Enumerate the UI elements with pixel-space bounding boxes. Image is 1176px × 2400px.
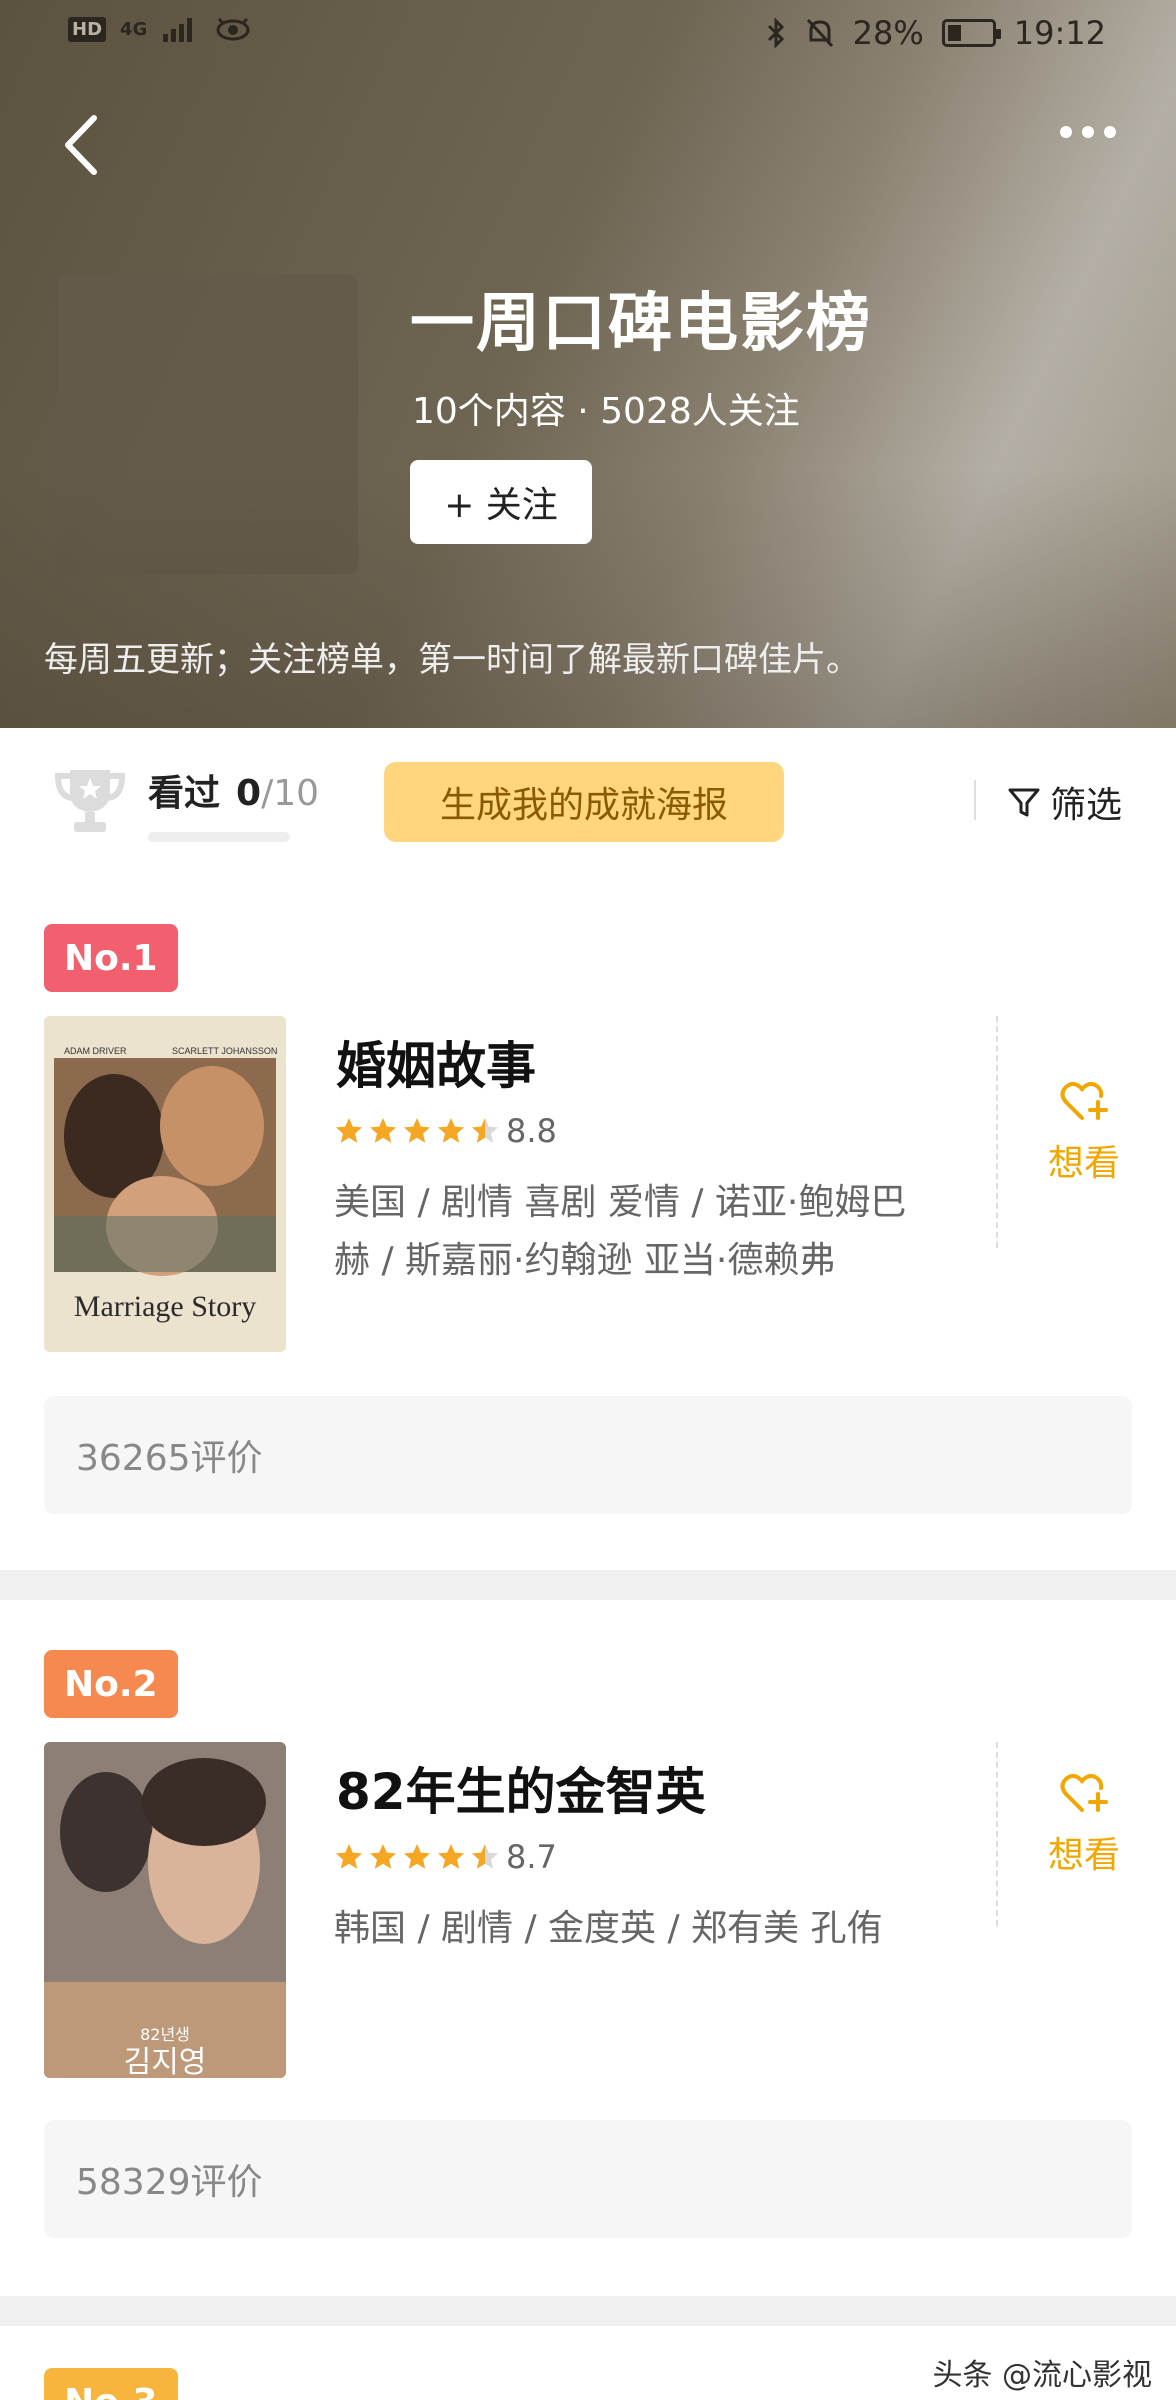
network-badge: 4G: [120, 18, 148, 40]
more-options-button[interactable]: [1060, 126, 1116, 138]
star-icon: [438, 1844, 464, 1869]
rating-stars: [334, 1116, 500, 1146]
poster-art: ADAM DRIVER SCARLETT JOHANSSON Marriage …: [44, 1016, 286, 1352]
star-icon: [404, 1844, 430, 1869]
heart-plus-icon: [1060, 1082, 1108, 1120]
hd-badge: HD: [68, 16, 107, 42]
divider: [996, 1742, 998, 1926]
mute-bell-icon: [806, 18, 833, 48]
movie-info-line: 美国 / 剧情 喜剧 爱情 / 诺亚·鲍姆巴: [334, 1182, 907, 1223]
list-title: 一周口碑电影榜: [410, 287, 872, 361]
movie-item[interactable]: No.2 82년생 김지영 82年生的金智英 8.7 韩国 / 剧情 / 金度英…: [0, 1600, 1176, 2300]
list-description: 每周五更新；关注榜单，第一时间了解最新口碑佳片。: [44, 640, 860, 680]
movie-info: 韩国 / 剧情 / 金度英 / 郑有美 孔侑: [334, 1900, 954, 1958]
star-icon: [370, 1844, 396, 1869]
want-to-watch-button[interactable]: 想看: [1048, 1080, 1120, 1186]
poster-title: 김지영: [124, 2045, 207, 2078]
movie-info-line: 韩国 / 剧情 / 金度英 / 郑有美 孔侑: [334, 1908, 883, 1949]
star-icon: [472, 1844, 498, 1869]
rating-stars: [334, 1842, 500, 1872]
seen-progress-bar: [148, 832, 290, 842]
more-dot-icon: [1060, 126, 1072, 138]
eye-icon: [216, 17, 250, 41]
filter-label: 筛选: [1050, 785, 1123, 826]
battery-percent: 28%: [852, 14, 924, 52]
follow-button[interactable]: + 关注: [410, 460, 592, 544]
battery-icon: [941, 19, 1001, 47]
star-icon: [370, 1118, 396, 1143]
movie-rating: 8.8: [334, 1112, 557, 1150]
review-count[interactable]: 36265评价: [44, 1396, 1132, 1514]
generate-poster-button[interactable]: 生成我的成就海报: [384, 762, 784, 842]
movie-poster[interactable]: ADAM DRIVER SCARLETT JOHANSSON Marriage …: [44, 1016, 286, 1352]
poster-cast-right: SCARLETT JOHANSSON: [172, 1046, 277, 1056]
trophy-icon: [54, 770, 126, 832]
movie-info: 美国 / 剧情 喜剧 爱情 / 诺亚·鲍姆巴 赫 / 斯嘉丽·约翰逊 亚当·德赖…: [334, 1174, 954, 1290]
filter-icon: [1008, 788, 1040, 817]
review-count[interactable]: 58329评价: [44, 2120, 1132, 2238]
star-icon: [472, 1118, 498, 1143]
status-bar: HD 4G 28% 19:12: [0, 14, 1176, 58]
more-dot-icon: [1104, 126, 1116, 138]
want-label: 想看: [1048, 1143, 1121, 1184]
heart-plus-icon: [1060, 1774, 1108, 1812]
bluetooth-icon: [767, 17, 784, 49]
movie-title[interactable]: 82年生的金智英: [336, 1752, 706, 1824]
list-meta: 10个内容 · 5028人关注: [412, 391, 800, 432]
section-separator: [0, 2296, 1176, 2326]
star-icon: [336, 1844, 362, 1869]
divider: [996, 1016, 998, 1248]
movie-info-line: 赫 / 斯嘉丽·约翰逊 亚当·德赖弗: [334, 1240, 836, 1281]
star-icon: [404, 1118, 430, 1143]
movie-item[interactable]: No.1 ADAM DRIVER SCARLETT JOHANSSON Marr…: [0, 856, 1176, 1570]
more-dot-icon: [1082, 126, 1094, 138]
list-cover-image: [58, 274, 358, 574]
signal-icon: [163, 18, 193, 42]
star-icon: [438, 1118, 464, 1143]
rank-badge: No.2: [44, 1650, 178, 1718]
section-separator: [0, 1570, 1176, 1600]
movie-title[interactable]: 婚姻故事: [336, 1026, 536, 1098]
want-label: 想看: [1048, 1835, 1121, 1876]
seen-count: 0: [236, 773, 262, 814]
seen-total: /10: [261, 773, 320, 814]
rating-score: 8.8: [506, 1112, 557, 1150]
divider: [974, 780, 976, 820]
star-icon: [336, 1118, 362, 1143]
achievement-bar: 看过 0/10 生成我的成就海报 筛选: [0, 728, 1176, 856]
status-time: 19:12: [1013, 14, 1106, 52]
poster-cast-left: ADAM DRIVER: [64, 1046, 127, 1056]
rank-badge: No.1: [44, 924, 178, 992]
rank-badge: No.3: [44, 2368, 178, 2400]
watermark: 头条 @流心影视: [932, 2358, 1152, 2393]
back-arrow-icon[interactable]: [58, 110, 108, 180]
rating-score: 8.7: [506, 1838, 557, 1876]
seen-label: 看过: [148, 773, 221, 814]
movie-poster[interactable]: 82년생 김지영: [44, 1742, 286, 2078]
poster-title: Marriage Story: [74, 1290, 256, 1323]
filter-button[interactable]: 筛选: [1006, 776, 1122, 828]
list-header: HD 4G 28% 19:12 一周口碑电影榜 10个内容 · 5028人关注 …: [0, 0, 1176, 728]
poster-art: 82년생 김지영: [44, 1742, 286, 2078]
movie-rating: 8.7: [334, 1838, 557, 1876]
poster-subtitle: 82년생: [140, 2025, 190, 2044]
want-to-watch-button[interactable]: 想看: [1048, 1772, 1120, 1878]
seen-counter: 看过 0/10: [148, 764, 319, 816]
